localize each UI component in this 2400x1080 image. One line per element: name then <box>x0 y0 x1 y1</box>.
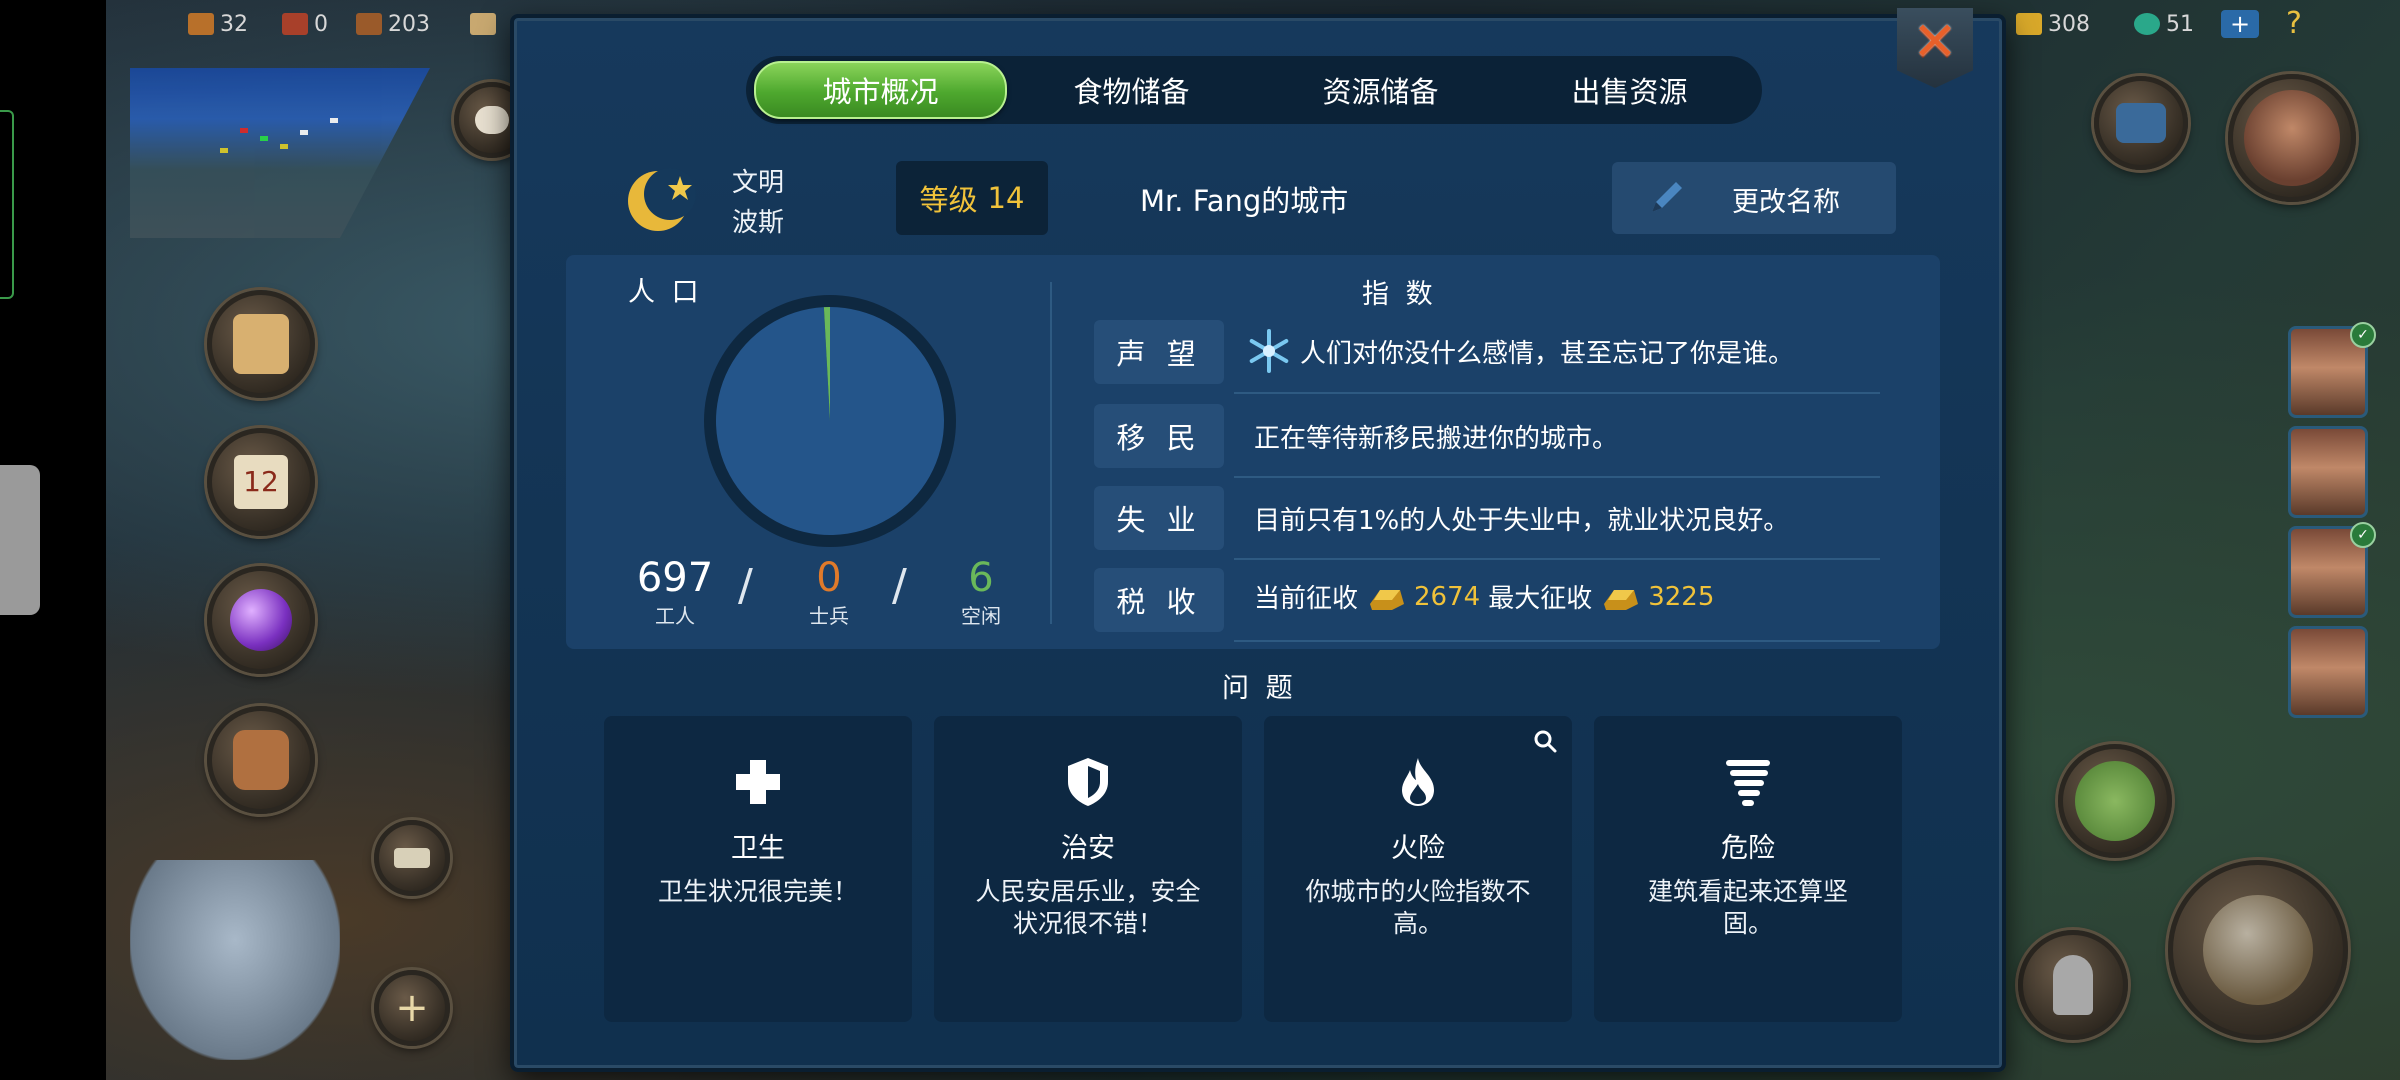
edge-handle[interactable] <box>0 465 40 615</box>
city-level-badge: 等级 14 <box>896 161 1048 235</box>
indices-title: 指 数 <box>1362 279 1437 310</box>
population-pie-chart <box>704 295 956 547</box>
separator-slash: / <box>738 560 753 611</box>
resource-stone <box>470 6 496 42</box>
layers-icon <box>394 848 430 868</box>
backpack-icon <box>233 730 289 790</box>
workers-count: 697 工人 <box>636 555 714 628</box>
hero-avatar-2[interactable] <box>2288 426 2368 518</box>
shield-icon <box>1068 758 1108 806</box>
problem-card-security[interactable]: 治安 人民安居乐业，安全状况很不错！ <box>934 716 1242 1022</box>
index-row-prestige: 声 望 人们对你没什么感情，甚至忘记了你是谁。 <box>1094 320 1880 394</box>
resource-wood: 32 <box>188 6 248 42</box>
hero-avatar-4[interactable] <box>2288 626 2368 718</box>
potion-button[interactable] <box>207 566 315 674</box>
rename-city-button[interactable]: 更改名称 <box>1612 162 1896 234</box>
add-gem-button[interactable]: + <box>2221 10 2259 38</box>
tab-food-reserve[interactable]: 食物储备 <box>1007 63 1256 117</box>
pencil-icon <box>1652 182 1682 212</box>
population-title: 人 口 <box>628 277 703 308</box>
index-row-unemployment: 失 业 目前只有1%的人处于失业中，就业状况良好。 <box>1094 486 1880 560</box>
separator-slash: / <box>892 560 907 611</box>
close-icon: ✕ <box>1912 10 1958 73</box>
health-cross-icon <box>736 760 780 804</box>
gold-bar-icon <box>1604 589 1639 610</box>
resource-lumber: 203 <box>356 6 430 42</box>
city-name: Mr. Fang的城市 <box>1140 184 1349 218</box>
crown-icon <box>2116 103 2166 143</box>
shovel-icon <box>2053 955 2093 1015</box>
gold-bar-icon <box>1370 589 1405 610</box>
problems-title: 问 题 <box>1222 673 1297 704</box>
crescent-moon-icon <box>628 168 696 231</box>
magnifier-icon[interactable] <box>1532 728 1558 754</box>
index-row-immigration: 移 民 正在等待新移民搬进你的城市。 <box>1094 404 1880 478</box>
stats-divider <box>1050 282 1052 624</box>
problem-card-health[interactable]: 卫生 卫生状况很完美！ <box>604 716 912 1022</box>
wood-icon <box>188 13 214 35</box>
gem-icon <box>2134 13 2160 35</box>
backpack-button[interactable] <box>207 706 315 814</box>
check-icon: ✓ <box>2350 322 2376 348</box>
road-build-button[interactable] <box>2058 744 2172 858</box>
tab-sell-resources[interactable]: 出售资源 <box>1505 63 1754 117</box>
resource-gem: 51 <box>2134 6 2194 42</box>
potion-icon <box>230 589 292 651</box>
tab-resource-reserve[interactable]: 资源储备 <box>1256 63 1505 117</box>
blueprint-map-icon[interactable] <box>130 860 340 1060</box>
dialog-tabs: 城市概况 食物储备 资源储备 出售资源 <box>746 56 1762 124</box>
road-icon <box>2075 761 2155 841</box>
civ-label: 文明 <box>732 168 785 198</box>
chat-icon <box>475 106 509 134</box>
snowflake-icon <box>1249 329 1289 373</box>
brick-icon <box>282 13 308 35</box>
idle-count: 6 空闲 <box>961 555 1001 628</box>
scroll-icon <box>233 314 289 374</box>
stone-icon <box>470 13 496 35</box>
hammer-icon <box>2203 895 2313 1005</box>
index-row-tax: 税 收 当前征收 2674 最大征收 3225 <box>1094 568 1880 642</box>
problem-card-fire[interactable]: 火险 你城市的火险指数不高。 <box>1264 716 1572 1022</box>
problem-card-danger[interactable]: 危险 建筑看起来还算坚固。 <box>1594 716 1902 1022</box>
gold-bar-icon <box>2016 13 2042 35</box>
resource-gold: 308 <box>2016 6 2090 42</box>
zoom-in-button[interactable]: + <box>374 970 450 1046</box>
advisor-portrait-button[interactable] <box>2228 74 2356 202</box>
lumber-icon <box>356 13 382 35</box>
soldiers-count: 0 士兵 <box>809 555 849 628</box>
tornado-icon <box>1726 760 1770 806</box>
calendar-icon: 12 <box>234 455 288 509</box>
civ-name: 波斯 <box>732 208 785 238</box>
advisor-avatar <box>2244 90 2340 186</box>
resource-brick: 0 <box>282 6 328 42</box>
build-hammer-button[interactable] <box>2168 860 2348 1040</box>
help-icon[interactable]: ? <box>2286 6 2302 41</box>
edge-panel-tab[interactable] <box>0 110 14 299</box>
check-icon: ✓ <box>2350 522 2376 548</box>
layers-button[interactable] <box>374 820 450 896</box>
scroll-quests-button[interactable] <box>207 290 315 398</box>
tab-city-overview[interactable]: 城市概况 <box>754 61 1007 119</box>
crown-button[interactable] <box>2094 76 2188 170</box>
flame-icon <box>1402 758 1434 806</box>
calendar-button[interactable]: 12 <box>207 428 315 536</box>
plus-icon: + <box>395 985 429 1031</box>
shovel-button[interactable] <box>2018 930 2128 1040</box>
